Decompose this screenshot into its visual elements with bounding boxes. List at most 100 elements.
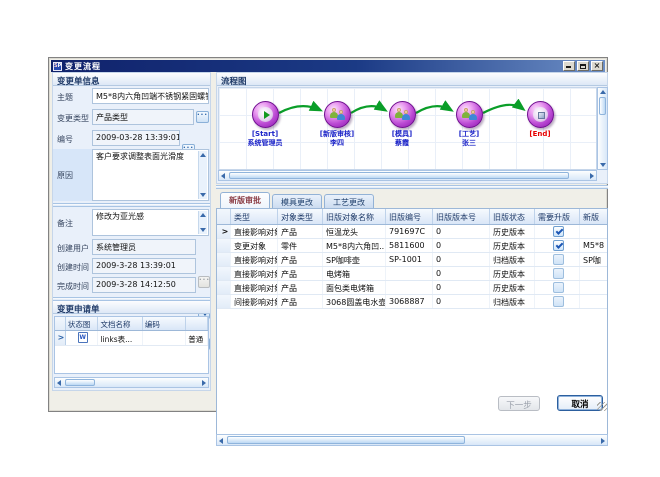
upgrade-checkbox[interactable] xyxy=(553,240,564,251)
cell-old-name: 恒温龙头 xyxy=(323,225,386,238)
flow-node-end[interactable] xyxy=(527,101,554,128)
scrollbar-thumb[interactable] xyxy=(229,172,569,179)
grid-row[interactable]: 变更对象 零件 M5*8内六角凹... 5811600 0 历史版本 M5*8 xyxy=(217,239,607,253)
cell-old-name: 3068圆盖电水壶 xyxy=(323,295,386,308)
scrollbar-thumb[interactable] xyxy=(227,436,465,444)
cell-old-name: M5*8内六角凹... xyxy=(323,239,386,252)
flow-node-end-label: [End] xyxy=(495,130,585,139)
change-type-label: 变更类型 xyxy=(57,113,89,124)
cell-type: 直接影响对象 xyxy=(231,253,278,266)
person-icon xyxy=(337,110,345,121)
code-cell xyxy=(143,331,186,345)
cell-need-upgrade xyxy=(535,225,580,238)
row-indicator xyxy=(217,281,231,294)
creator-field[interactable]: 系统管理员 xyxy=(92,239,196,255)
grid-row[interactable]: 间接影响对象 产品 3068圆盖电水壶 3068887 0 归档版本 xyxy=(217,295,607,309)
request-table-row[interactable]: > links表... 普通 xyxy=(55,331,208,346)
col-old-object-name[interactable]: 旧版对象名称 xyxy=(323,209,386,224)
creator-label: 创建用户 xyxy=(57,243,89,254)
request-col-doc-name[interactable]: 文档名称 xyxy=(98,317,142,330)
subject-label: 主题 xyxy=(57,92,73,103)
tab-craft-change[interactable]: 工艺更改 xyxy=(324,194,374,208)
doc-name-cell: links表... xyxy=(98,331,142,345)
number-field[interactable]: 2009-03-28 13:39:01 xyxy=(92,130,180,146)
upgrade-checkbox[interactable] xyxy=(553,296,564,307)
resize-grip[interactable] xyxy=(597,402,607,411)
cell-old-status: 历史版本 xyxy=(490,225,535,238)
cell-old-version: 0 xyxy=(433,295,490,308)
window-title: 变更流程 xyxy=(65,61,101,72)
reason-scrollbar[interactable] xyxy=(198,151,207,199)
close-button[interactable]: × xyxy=(591,61,603,71)
titlebar[interactable]: SP 变更流程 × xyxy=(51,60,605,72)
flow-node-mold[interactable] xyxy=(389,101,416,128)
flow-node-craft[interactable] xyxy=(456,101,483,128)
col-type[interactable]: 类型 xyxy=(231,209,278,224)
cell-old-status: 历史版本 xyxy=(490,281,535,294)
reason-label: 原因 xyxy=(57,170,73,181)
form-splitter[interactable] xyxy=(53,203,210,207)
cell-object-type: 产品 xyxy=(278,295,323,308)
remark-scrollbar[interactable] xyxy=(198,211,207,234)
grid-row[interactable]: 直接影响对象 产品 面包类电烤箱 0 历史版本 xyxy=(217,281,607,295)
col-old-status[interactable]: 旧版状态 xyxy=(490,209,535,224)
approval-area: 新版审批 模具更改 工艺更改 类型 对象类型 旧版对象名称 旧版编号 旧版版本号… xyxy=(216,189,608,446)
remark-label: 备注 xyxy=(57,218,73,229)
upgrade-checkbox[interactable] xyxy=(553,226,564,237)
row-indicator xyxy=(217,239,231,252)
request-indicator-header xyxy=(55,317,66,330)
col-new-version[interactable]: 新版 xyxy=(580,209,608,224)
category-cell: 普通 xyxy=(186,331,208,345)
col-object-type[interactable]: 对象类型 xyxy=(278,209,323,224)
flow-v-scrollbar[interactable] xyxy=(597,87,608,170)
finish-time-field[interactable]: 2009-3-28 14:12:50 xyxy=(92,277,196,293)
cell-object-type: 零件 xyxy=(278,239,323,252)
maximize-button[interactable] xyxy=(577,61,589,71)
request-col-status[interactable]: 状态图 xyxy=(66,317,99,330)
upgrade-checkbox[interactable] xyxy=(553,268,564,279)
cell-new-version xyxy=(580,267,608,280)
grid-row[interactable]: > 直接影响对象 产品 恒温龙头 791697C 0 历史版本 xyxy=(217,225,607,239)
subject-field[interactable]: M5*8内六角凹端不锈钢紧固螺钉 xyxy=(92,88,209,104)
play-icon xyxy=(264,111,270,119)
reason-textarea[interactable]: 客户要求调整表面光滑度 xyxy=(92,149,209,201)
col-need-upgrade[interactable]: 需要升版 xyxy=(535,209,580,224)
remark-textarea[interactable]: 修改为亚光感 xyxy=(92,209,209,236)
scrollbar-thumb[interactable] xyxy=(599,97,606,115)
cell-need-upgrade xyxy=(535,253,580,266)
cell-new-version: M5*8 xyxy=(580,239,608,252)
cell-old-number: SP-1001 xyxy=(386,253,433,266)
stop-icon xyxy=(538,112,545,119)
tab-mold-change[interactable]: 模具更改 xyxy=(272,194,322,208)
upgrade-checkbox[interactable] xyxy=(553,282,564,293)
upgrade-checkbox[interactable] xyxy=(553,254,564,265)
cell-old-status: 历史版本 xyxy=(490,267,535,280)
grid-indicator-header xyxy=(217,209,231,224)
col-old-version[interactable]: 旧版版本号 xyxy=(433,209,490,224)
flow-node-start[interactable] xyxy=(252,101,279,128)
next-button: 下一步 xyxy=(498,396,540,411)
scrollbar-thumb[interactable] xyxy=(65,379,95,386)
request-col-extra[interactable] xyxy=(186,317,208,330)
flow-h-scrollbar[interactable] xyxy=(218,170,597,181)
cell-new-version xyxy=(580,281,608,294)
cell-need-upgrade xyxy=(535,281,580,294)
grid-h-scrollbar[interactable] xyxy=(216,434,608,446)
minimize-button[interactable] xyxy=(563,61,575,71)
grid-row[interactable]: 直接影响对象 产品 电烤箱 0 历史版本 xyxy=(217,267,607,281)
change-type-ellipsis-button[interactable] xyxy=(196,111,209,123)
cell-object-type: 产品 xyxy=(278,225,323,238)
request-col-code[interactable]: 编码 xyxy=(143,317,186,330)
request-h-scrollbar[interactable] xyxy=(54,377,209,388)
section-title-change-request: 变更申请单 xyxy=(53,301,210,314)
flow-node-new-version-review[interactable] xyxy=(324,101,351,128)
cell-old-name: 面包类电烤箱 xyxy=(323,281,386,294)
cell-old-version: 0 xyxy=(433,253,490,266)
grid-row[interactable]: 直接影响对象 产品 SP咖啡壶 SP-1001 0 归档版本 SP咖 xyxy=(217,253,607,267)
col-old-number[interactable]: 旧版编号 xyxy=(386,209,433,224)
change-type-field[interactable]: 产品类型 xyxy=(92,109,194,125)
tab-new-version-approval[interactable]: 新版审批 xyxy=(220,192,270,208)
scroll-left-icon xyxy=(219,438,223,444)
cell-old-name: SP咖啡壶 xyxy=(323,253,386,266)
create-time-field[interactable]: 2009-3-28 13:39:01 xyxy=(92,258,196,274)
